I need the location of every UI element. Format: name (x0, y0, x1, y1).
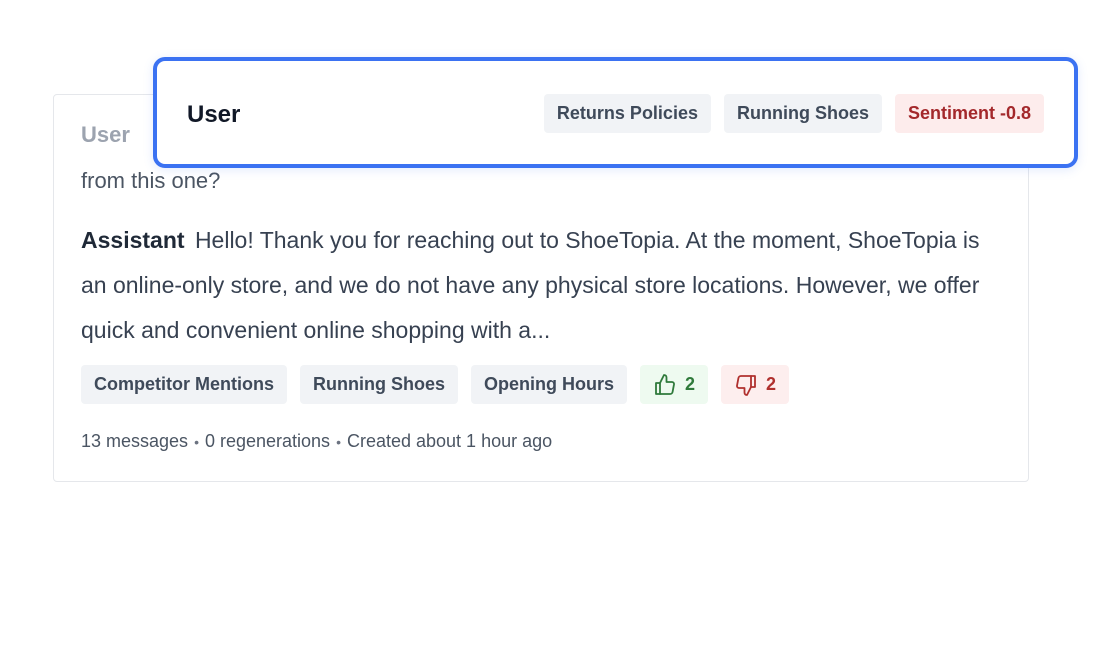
highlighted-user-message-popover[interactable]: User Returns Policies Running Shoes Sent… (153, 57, 1078, 168)
sentiment-badge[interactable]: Sentiment -0.8 (894, 94, 1044, 133)
popover-tags: Returns Policies Running Shoes Sentiment… (543, 94, 1044, 133)
tag-competitor-mentions[interactable]: Competitor Mentions (81, 365, 287, 404)
separator-dot: • (336, 433, 341, 450)
assistant-message: Assistant Hello! Thank you for reaching … (81, 218, 1011, 353)
tag-returns-policies[interactable]: Returns Policies (543, 94, 711, 133)
assistant-text: Hello! Thank you for reaching out to Sho… (81, 227, 980, 343)
thumbs-up-icon (655, 373, 675, 395)
user-message-label: User (81, 122, 130, 147)
message-count: 13 messages (81, 431, 189, 451)
created-time: Created about 1 hour ago (346, 431, 553, 451)
tag-running-shoes[interactable]: Running Shoes (723, 94, 882, 133)
thumbs-down-icon (736, 374, 756, 396)
conversation-meta: 13 messages • 0 regenerations • Created … (81, 431, 552, 452)
separator-dot: • (194, 433, 199, 450)
tag-running-shoes[interactable]: Running Shoes (300, 365, 458, 404)
topic-tags: Competitor Mentions Running Shoes Openin… (81, 365, 790, 404)
thumbs-up-badge[interactable]: 2 (640, 365, 709, 404)
thumbs-down-count: 2 (766, 374, 777, 394)
tag-opening-hours[interactable]: Opening Hours (471, 365, 627, 404)
user-message-text: from this one? (81, 168, 221, 193)
assistant-label: Assistant (81, 227, 185, 253)
thumbs-down-badge[interactable]: 2 (721, 365, 790, 404)
popover-title: User (187, 101, 241, 128)
regeneration-count: 0 regenerations (204, 431, 331, 451)
stage: User from this one? Assistant Hello! Tha… (0, 0, 1110, 651)
thumbs-up-count: 2 (685, 374, 696, 394)
